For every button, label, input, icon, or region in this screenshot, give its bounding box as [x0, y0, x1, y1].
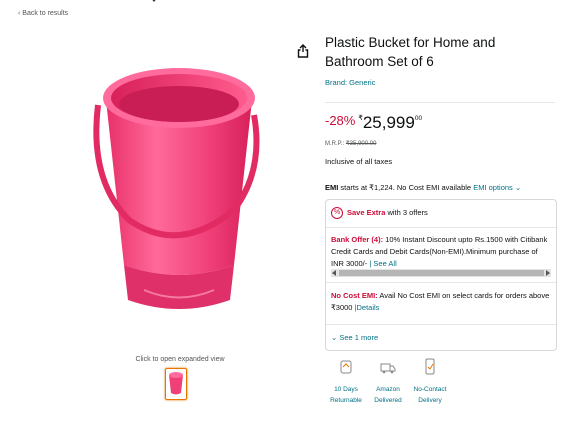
product-image[interactable] — [84, 60, 274, 330]
returnable-line1: 10 Days — [334, 386, 358, 393]
emi-line: EMI starts at ₹1,224. No Cost EMI availa… — [325, 183, 521, 192]
mrp-value: ₹35,900.00 — [345, 141, 377, 147]
details-link[interactable]: |Details — [355, 303, 380, 312]
returnable-line2: Returnable — [330, 397, 362, 404]
emi-text: starts at ₹1,224. No Cost EMI available — [338, 183, 474, 192]
amazon-delivered-line1: Amazon — [376, 386, 400, 393]
see-all-link[interactable]: | See All — [369, 259, 396, 268]
emi-options-link[interactable]: EMI options — [473, 183, 513, 192]
thumbnail-image[interactable] — [165, 368, 187, 400]
divider — [326, 227, 556, 228]
mrp-label: M.R.P.: — [325, 141, 346, 147]
return-box-icon — [340, 360, 352, 374]
brand-link[interactable]: Brand: Generic — [325, 78, 375, 87]
chevron-down-icon[interactable]: ⌄ — [515, 183, 521, 192]
price-whole: 25,999 — [362, 113, 415, 132]
emi-label: EMI — [325, 183, 339, 192]
offers-count-text: with 3 offers — [385, 207, 428, 217]
returnable-badge[interactable]: 10 Days Returnable — [326, 358, 366, 406]
contactless-delivery-icon — [425, 358, 435, 375]
price-block: -28% ₹25,99900 — [325, 113, 422, 133]
delivery-truck-icon — [380, 363, 396, 374]
amazon-delivered-line2: Delivered — [374, 397, 402, 404]
scroll-left-icon[interactable] — [332, 270, 336, 276]
offer-percent-icon: % — [331, 207, 343, 219]
no-cost-emi-offer[interactable]: No Cost EMI: Avail No Cost EMI on select… — [331, 290, 551, 314]
no-contact-line1: No-Contact — [413, 386, 447, 393]
offers-panel: % Save Extra with 3 offers Bank Offer (4)… — [325, 199, 557, 351]
offers-scrollbar[interactable] — [331, 269, 551, 277]
bank-offer[interactable]: Bank Offer (4): 10% Instant Discount upt… — [331, 234, 551, 270]
top-bar — [0, 0, 568, 5]
divider — [325, 102, 555, 103]
currency-symbol: ₹ — [358, 115, 363, 122]
see-more-offers-link[interactable]: ⌄ See 1 more — [331, 333, 378, 342]
back-to-results-link[interactable]: ‹ Back to results — [18, 10, 68, 17]
tax-note: Inclusive of all taxes — [325, 157, 393, 166]
mrp-line: M.R.P.: ₹35,900.00 — [325, 140, 376, 147]
no-contact-line2: Delivery — [418, 397, 442, 404]
save-extra-label: Save Extra — [347, 207, 386, 217]
no-cost-emi-title: No Cost EMI: — [331, 291, 378, 300]
divider — [326, 324, 556, 325]
no-contact-delivery-badge[interactable]: No-Contact Delivery — [410, 358, 450, 406]
caret-down-icon — [150, 0, 158, 2]
divider — [326, 282, 556, 283]
amazon-delivered-badge[interactable]: Amazon Delivered — [368, 358, 408, 406]
price-fraction: 00 — [414, 115, 423, 122]
scrollbar-thumb[interactable] — [339, 270, 544, 276]
product-title: Plastic Bucket for Home and Bathroom Set… — [325, 35, 496, 69]
offers-heading[interactable]: % Save Extra with 3 offers — [331, 207, 428, 219]
discount-percent: -28% — [325, 113, 356, 128]
scroll-right-icon[interactable] — [546, 270, 550, 276]
share-icon[interactable] — [297, 44, 309, 58]
bank-offer-title: Bank Offer (4): — [331, 235, 384, 244]
expand-view-label[interactable]: Click to open expanded view — [120, 356, 240, 363]
